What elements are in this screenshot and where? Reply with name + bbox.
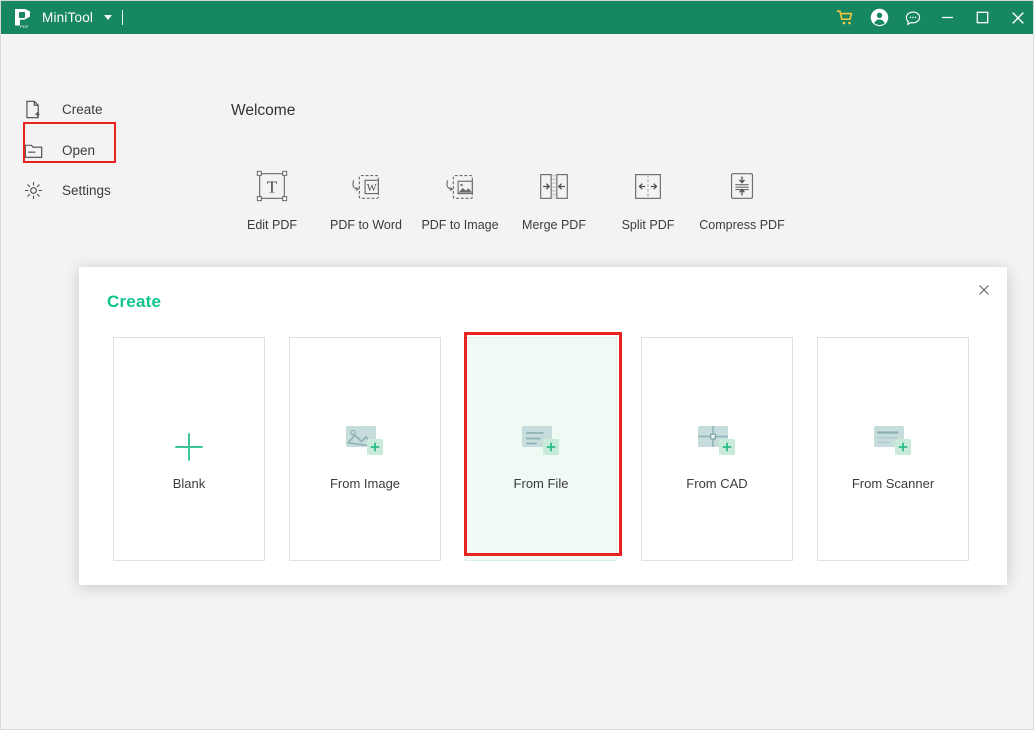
image-plus-icon bbox=[342, 408, 388, 464]
tool-label: Merge PDF bbox=[522, 218, 586, 232]
scanner-plus-icon bbox=[870, 408, 916, 464]
tool-label: PDF to Image bbox=[421, 218, 499, 232]
create-option-label: From CAD bbox=[686, 475, 748, 491]
create-option-from-file[interactable]: From File bbox=[465, 337, 617, 561]
folder-open-icon bbox=[24, 141, 50, 159]
tool-merge-pdf[interactable]: Merge PDF bbox=[507, 164, 601, 232]
user-account-icon[interactable] bbox=[862, 1, 896, 34]
close-icon[interactable] bbox=[973, 279, 995, 301]
file-plus-icon bbox=[518, 408, 564, 464]
create-option-from-image[interactable]: From Image bbox=[289, 337, 441, 561]
tool-pdf-to-word[interactable]: W PDF to Word bbox=[319, 164, 413, 232]
sidebar-item-label: Open bbox=[62, 142, 96, 158]
shopping-cart-icon[interactable] bbox=[828, 1, 862, 34]
tool-label: Edit PDF bbox=[246, 218, 297, 232]
close-button[interactable] bbox=[1000, 1, 1033, 34]
cad-plus-icon bbox=[694, 408, 740, 464]
pdf-to-image-icon bbox=[441, 164, 479, 208]
gear-icon bbox=[24, 181, 50, 200]
create-option-label: From File bbox=[513, 475, 569, 491]
pdf-to-word-icon: W bbox=[347, 164, 385, 208]
app-title: MiniTool bbox=[42, 10, 94, 25]
tool-label: PDF to Word bbox=[329, 218, 402, 232]
sidebar-item-label: Create bbox=[62, 101, 103, 117]
tool-edit-pdf[interactable]: T Edit PDF bbox=[225, 164, 319, 232]
tool-compress-pdf[interactable]: Compress PDF bbox=[695, 164, 789, 232]
create-option-label: From Scanner bbox=[851, 475, 935, 491]
minimize-button[interactable] bbox=[930, 1, 965, 34]
split-pdf-icon bbox=[629, 164, 667, 208]
sidebar-item-label: Settings bbox=[62, 182, 111, 198]
chevron-down-icon[interactable] bbox=[104, 15, 113, 20]
title-caret bbox=[122, 10, 124, 25]
create-option-label: Blank bbox=[172, 475, 206, 491]
chat-bubble-icon[interactable] bbox=[896, 1, 930, 34]
text-box-icon: T bbox=[253, 164, 291, 208]
sidebar-item-create[interactable]: Create bbox=[24, 92, 189, 126]
svg-text:T: T bbox=[267, 178, 278, 197]
create-options: Blank From Image From File From CAD From… bbox=[113, 337, 969, 561]
title-bar: PDF MiniTool bbox=[1, 1, 1033, 34]
app-logo-icon: PDF bbox=[13, 8, 33, 29]
create-option-from-cad[interactable]: From CAD bbox=[641, 337, 793, 561]
dialog-title: Create bbox=[107, 292, 162, 311]
file-plus-icon bbox=[24, 100, 50, 119]
quick-tools-row: T Edit PDF W PDF to Word PDF to Image Me… bbox=[225, 164, 789, 232]
compress-pdf-icon bbox=[723, 164, 761, 208]
create-dialog: Create Blank From Image From File From C… bbox=[79, 267, 1007, 585]
create-option-label: From Image bbox=[329, 475, 401, 491]
welcome-heading: Welcome bbox=[231, 102, 296, 119]
svg-text:W: W bbox=[367, 183, 377, 194]
create-option-from-scanner[interactable]: From Scanner bbox=[817, 337, 969, 561]
sidebar-item-open[interactable]: Open bbox=[24, 133, 189, 167]
merge-pdf-icon bbox=[535, 164, 573, 208]
tool-label: Compress PDF bbox=[699, 218, 785, 232]
application-window: PDF MiniTool Create Open Settings Welcom… bbox=[0, 0, 1034, 730]
tool-split-pdf[interactable]: Split PDF bbox=[601, 164, 695, 232]
maximize-button[interactable] bbox=[965, 1, 1000, 34]
app-logo-badge: PDF bbox=[20, 23, 29, 29]
create-option-blank[interactable]: Blank bbox=[113, 337, 265, 561]
plus-icon bbox=[172, 408, 206, 464]
tool-pdf-to-image[interactable]: PDF to Image bbox=[413, 164, 507, 232]
tool-label: Split PDF bbox=[621, 218, 675, 232]
sidebar-item-settings[interactable]: Settings bbox=[24, 173, 189, 207]
